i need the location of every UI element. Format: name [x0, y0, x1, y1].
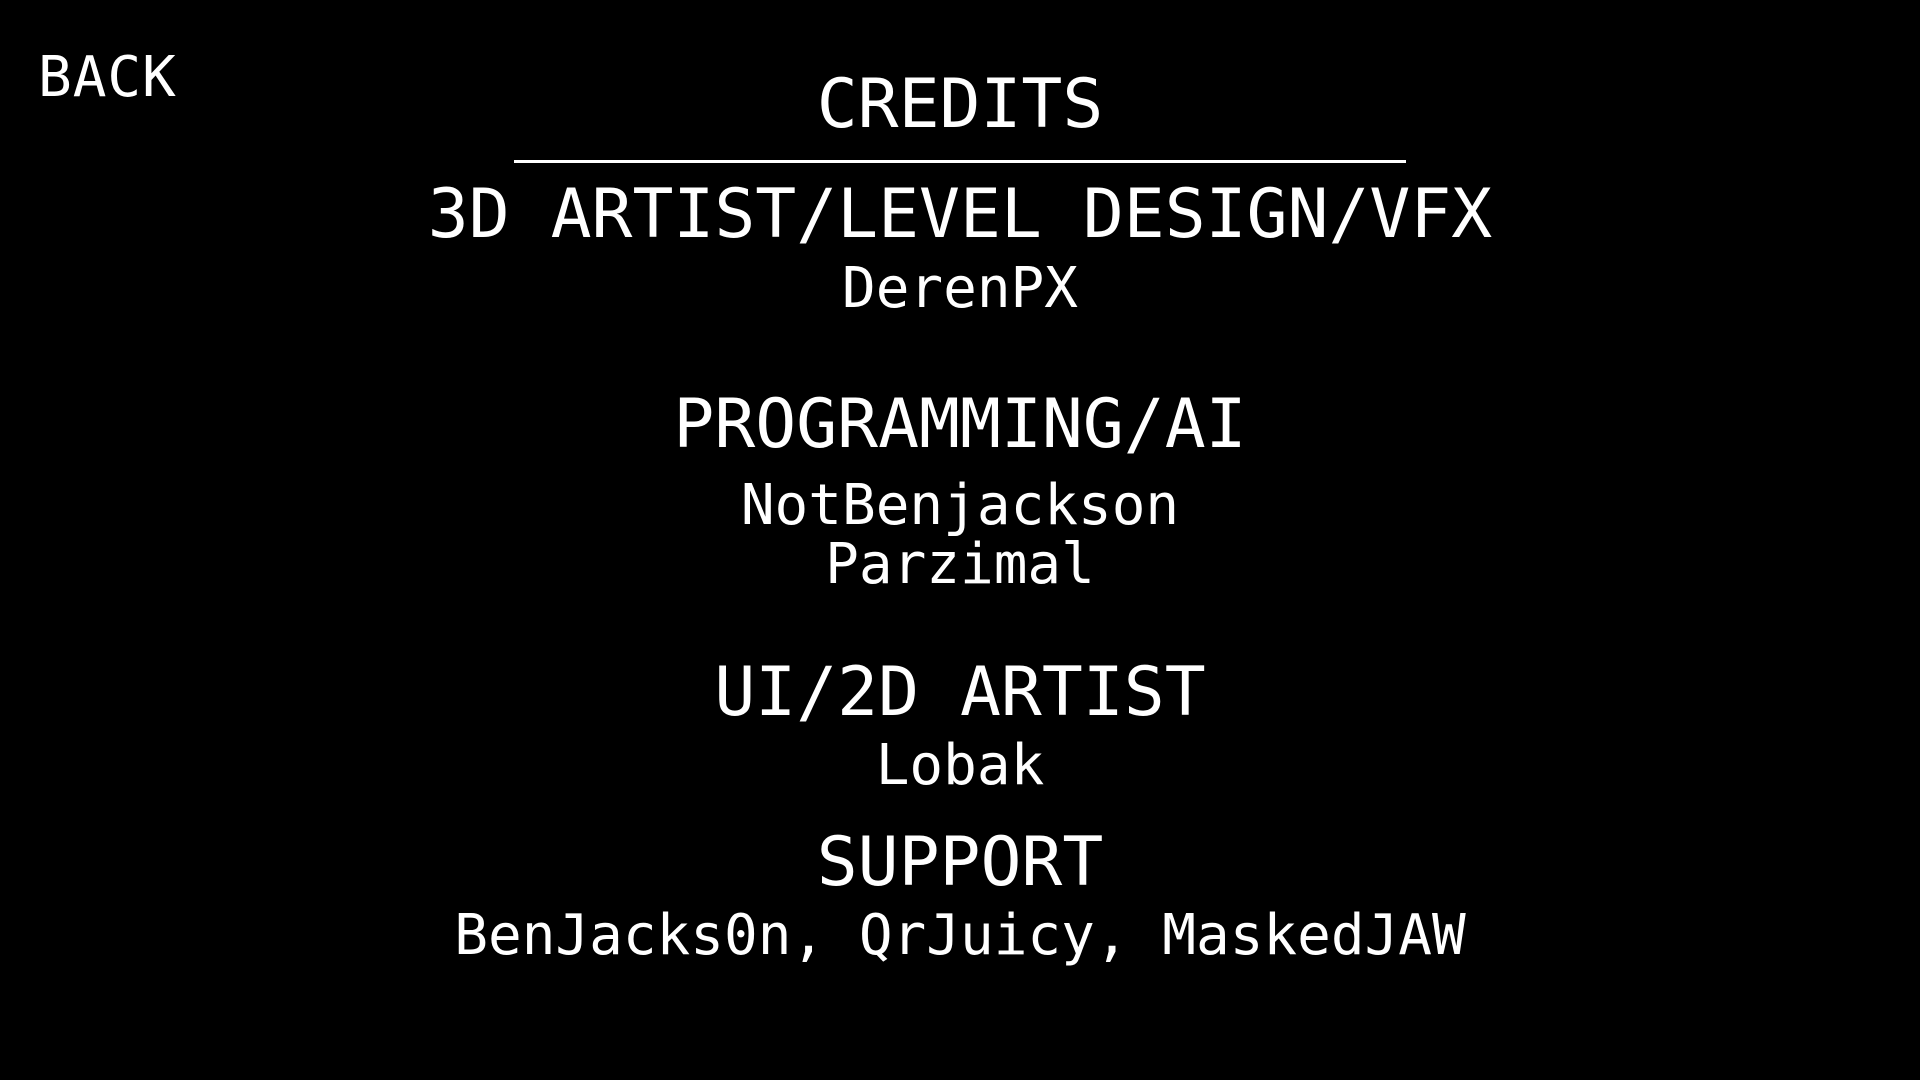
credit-name: BenJacks0n, QrJuicy, MaskedJAW [454, 903, 1466, 968]
role-ui-2d-artist: UI/2D ARTIST [714, 653, 1206, 732]
role-programming: PROGRAMMING/AI [673, 385, 1247, 464]
role-support: SUPPORT [816, 823, 1104, 902]
credit-name: Parzimal [825, 532, 1095, 597]
credits-panel: CREDITS 3D ARTIST/LEVEL DESIGN/VFX Deren… [0, 0, 1920, 1080]
credit-name: DerenPX [841, 256, 1078, 321]
role-3d-artist: 3D ARTIST/LEVEL DESIGN/VFX [427, 175, 1493, 254]
credit-name: Lobak [875, 733, 1045, 798]
credit-name: NotBenjackson [740, 473, 1180, 538]
credits-title: CREDITS [816, 65, 1104, 144]
title-divider [514, 160, 1406, 163]
